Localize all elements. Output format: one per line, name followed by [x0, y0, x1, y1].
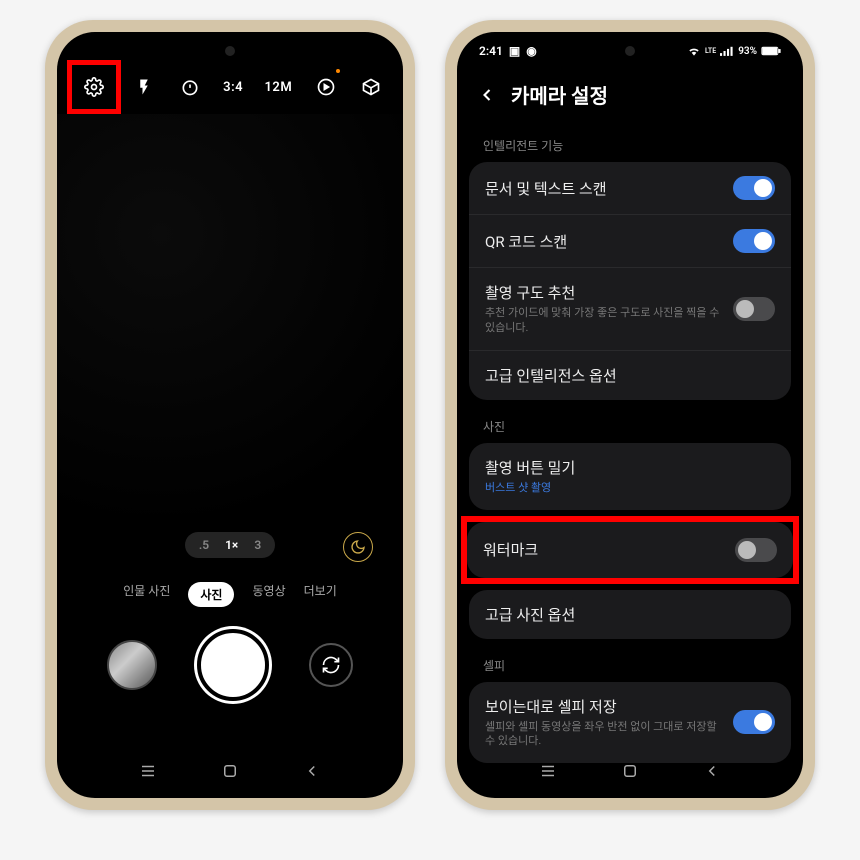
nav-home-icon[interactable]: [221, 762, 239, 780]
camera-viewfinder[interactable]: [57, 114, 403, 514]
row-shutter-drag[interactable]: 촬영 버튼 밀기 버스트 샷 촬영: [469, 443, 791, 510]
wifi-icon: [687, 46, 701, 56]
battery-percent: 93%: [738, 46, 757, 57]
row-title: QR 코드 스캔: [485, 231, 723, 252]
card-intelligent: 문서 및 텍스트 스캔 QR 코드 스캔 촬영 구도 추천 추천 가이드에 맞춰…: [469, 162, 791, 400]
battery-icon: [761, 46, 781, 56]
camera-modes: 인물 사진 사진 동영상 더보기: [57, 568, 403, 615]
network-label: LTE: [705, 47, 716, 55]
screen-settings: 2:41 ▣ ◉ LTE 93% 카메라: [457, 32, 803, 798]
settings-header: 카메라 설정: [457, 62, 803, 127]
gear-icon[interactable]: [82, 75, 106, 99]
highlight-settings-gear: [67, 60, 121, 114]
phone-right-settings: 2:41 ▣ ◉ LTE 93% 카메라: [445, 20, 815, 810]
night-mode-icon[interactable]: [343, 532, 373, 562]
row-advanced-photo[interactable]: 고급 사진 옵션: [469, 590, 791, 639]
resolution-button[interactable]: 12M: [264, 80, 292, 95]
row-title: 문서 및 텍스트 스캔: [485, 178, 723, 199]
camera-top-toolbar: 3:4 12M: [57, 32, 403, 114]
status-notification-icon-2: ◉: [526, 44, 536, 58]
row-title: 촬영 버튼 밀기: [485, 457, 775, 478]
toggle-scan-doc[interactable]: [733, 176, 775, 200]
zoom-wide[interactable]: .5: [199, 538, 209, 552]
row-watermark[interactable]: 워터마크: [467, 522, 793, 578]
toggle-selfie-save[interactable]: [733, 710, 775, 734]
motion-photo-icon[interactable]: [314, 75, 338, 99]
mode-portrait[interactable]: 인물 사진: [123, 582, 170, 607]
timer-icon[interactable]: [178, 75, 202, 99]
zoom-tele[interactable]: 3: [254, 538, 261, 552]
shutter-button[interactable]: [197, 629, 269, 701]
row-subtitle: 추천 가이드에 맞춰 가장 좋은 구도로 사진을 찍을 수 있습니다.: [485, 306, 723, 336]
status-notification-icon: ▣: [509, 44, 520, 58]
row-title: 워터마크: [483, 539, 725, 560]
mode-video[interactable]: 동영상: [252, 582, 285, 607]
row-title: 촬영 구도 추천: [485, 282, 723, 303]
camera-notch: [625, 46, 635, 56]
row-title: 고급 인텔리전스 옵션: [485, 365, 775, 386]
row-selfie-save[interactable]: 보이는대로 셀피 저장 셀피와 셀피 동영상을 좌우 반전 없이 그대로 저장할…: [469, 682, 791, 764]
flash-icon[interactable]: [132, 75, 156, 99]
nav-recents-icon[interactable]: [539, 762, 557, 780]
shutter-row: [57, 615, 403, 715]
settings-list[interactable]: 인텔리전트 기능 문서 및 텍스트 스캔 QR 코드 스캔 촬영 구도 추천 추…: [457, 127, 803, 793]
row-advanced-intelligence[interactable]: 고급 인텔리전스 옵션: [469, 351, 791, 400]
status-time: 2:41: [479, 44, 503, 58]
android-nav-bar: [457, 754, 803, 788]
phone-left-camera: 3:4 12M .5 1× 3 인물 사진 사진 동영상: [45, 20, 415, 810]
card-photo-2: 고급 사진 옵션: [469, 590, 791, 639]
nav-home-icon[interactable]: [621, 762, 639, 780]
mode-photo[interactable]: 사진: [188, 582, 234, 607]
screen-camera: 3:4 12M .5 1× 3 인물 사진 사진 동영상: [57, 32, 403, 798]
switch-camera-icon[interactable]: [309, 643, 353, 687]
row-composition-guide[interactable]: 촬영 구도 추천 추천 가이드에 맞춰 가장 좋은 구도로 사진을 찍을 수 있…: [469, 268, 791, 351]
mode-more[interactable]: 더보기: [304, 582, 337, 607]
row-scan-doc[interactable]: 문서 및 텍스트 스캔: [469, 162, 791, 215]
gallery-thumbnail[interactable]: [107, 640, 157, 690]
highlight-watermark-row: 워터마크: [461, 516, 799, 584]
signal-icon: [720, 46, 734, 56]
card-watermark: 워터마크: [467, 522, 793, 578]
card-selfie: 보이는대로 셀피 저장 셀피와 셀피 동영상을 좌우 반전 없이 그대로 저장할…: [469, 682, 791, 764]
toggle-composition[interactable]: [733, 297, 775, 321]
android-nav-bar: [57, 754, 403, 788]
zoom-normal[interactable]: 1×: [225, 538, 238, 552]
zoom-controls: .5 1× 3: [57, 514, 403, 568]
back-icon[interactable]: [477, 85, 497, 105]
section-photo-label: 사진: [457, 408, 803, 443]
camera-notch: [225, 46, 235, 56]
nav-back-icon[interactable]: [703, 762, 721, 780]
section-selfie-label: 셀피: [457, 647, 803, 682]
page-title: 카메라 설정: [511, 80, 608, 109]
nav-recents-icon[interactable]: [139, 762, 157, 780]
row-subtitle: 셀피와 셀피 동영상을 좌우 반전 없이 그대로 저장할 수 있습니다.: [485, 720, 723, 750]
nav-back-icon[interactable]: [303, 762, 321, 780]
row-scan-qa[interactable]: QR 코드 스캔: [469, 215, 791, 268]
toggle-scan-qr[interactable]: [733, 229, 775, 253]
row-title: 고급 사진 옵션: [485, 604, 775, 625]
card-photo: 촬영 버튼 밀기 버스트 샷 촬영: [469, 443, 791, 510]
toggle-watermark[interactable]: [735, 538, 777, 562]
section-intelligent-label: 인텔리전트 기능: [457, 127, 803, 162]
row-title: 보이는대로 셀피 저장: [485, 696, 723, 717]
row-subtitle: 버스트 샷 촬영: [485, 481, 775, 496]
zoom-pill-group[interactable]: .5 1× 3: [185, 532, 275, 558]
filters-icon[interactable]: [359, 75, 383, 99]
aspect-ratio-button[interactable]: 3:4: [223, 80, 243, 95]
